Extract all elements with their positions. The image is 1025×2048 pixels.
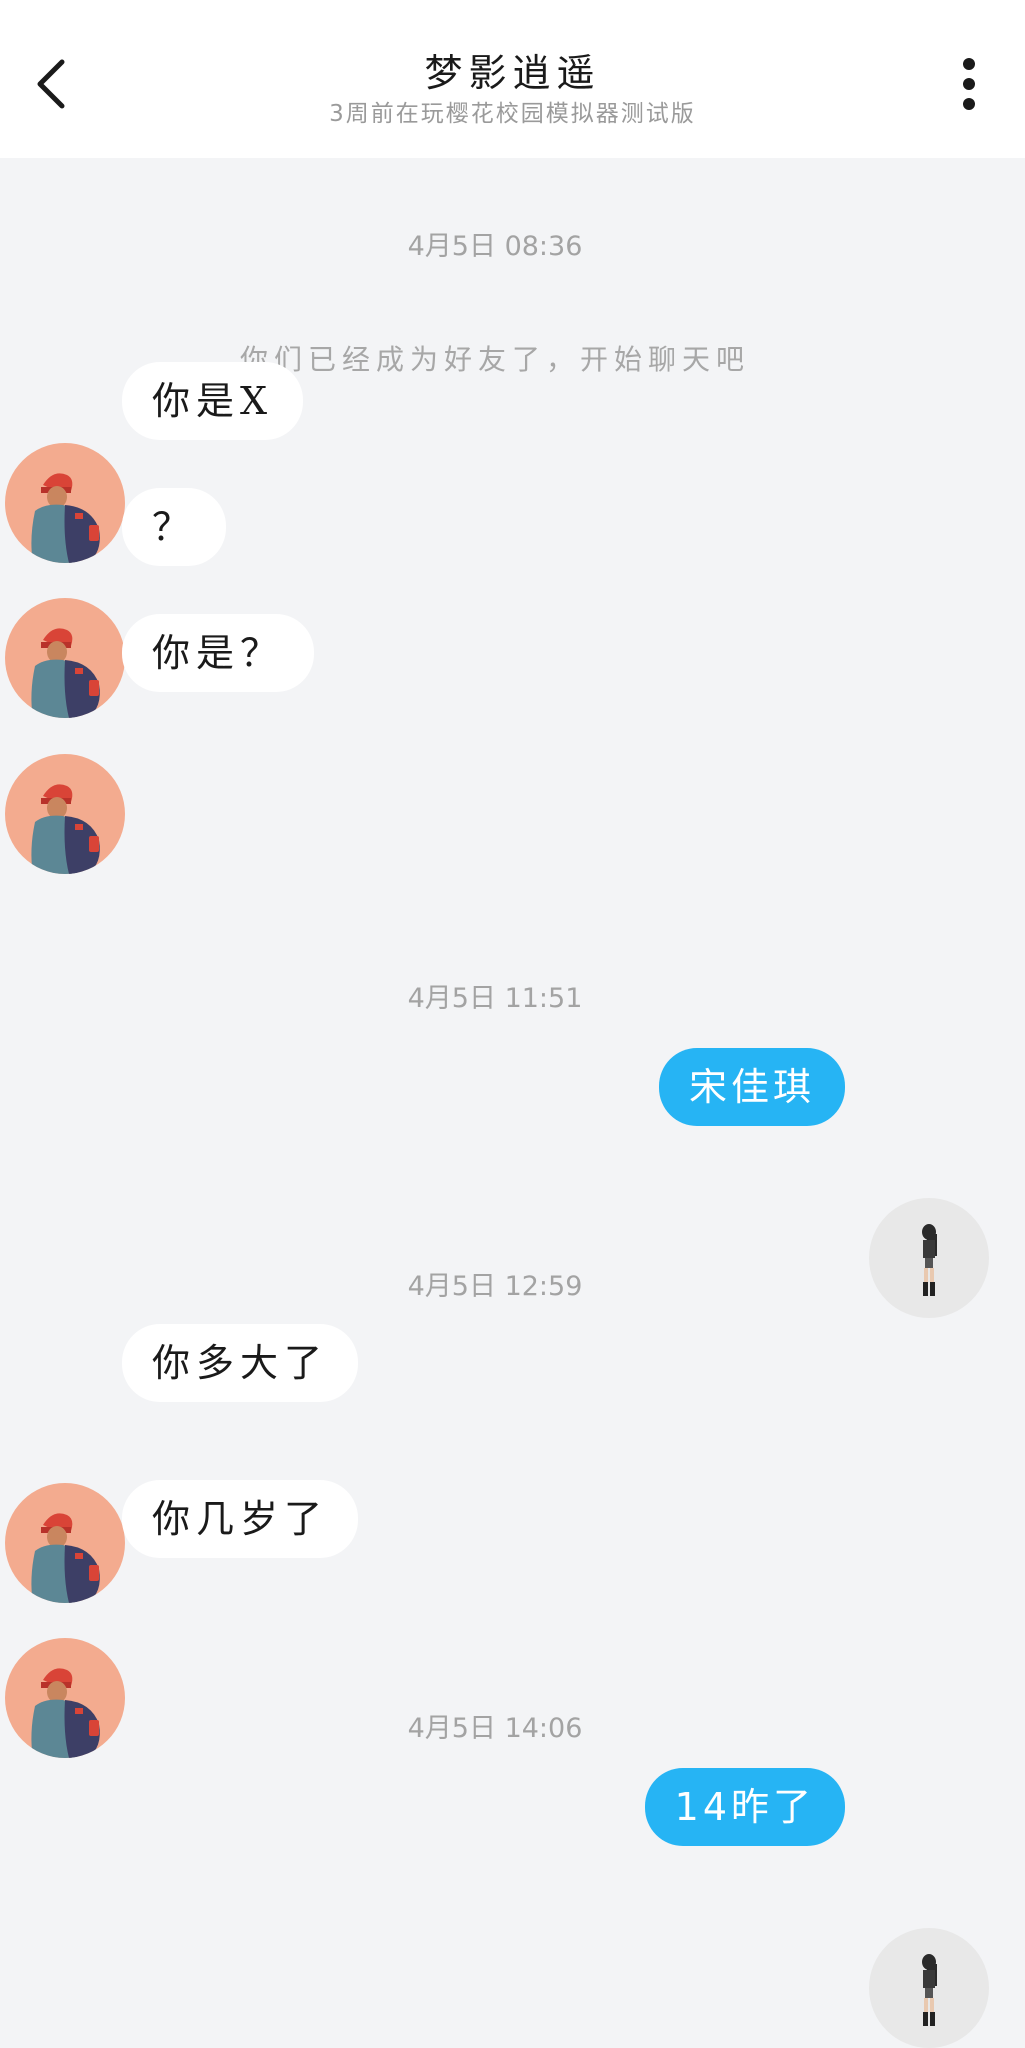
incoming-message-bubble[interactable]: 你几岁了	[122, 1480, 359, 1558]
timestamp: 4月5日 08:36	[407, 231, 583, 262]
peer-avatar[interactable]	[5, 1483, 125, 1603]
outgoing-message-bubble[interactable]: 宋佳琪	[658, 1048, 845, 1126]
more-options-button[interactable]	[941, 52, 997, 116]
peer-avatar[interactable]	[5, 443, 125, 563]
incoming-message-bubble[interactable]: ？	[122, 488, 227, 566]
timestamp: 4月5日 11:51	[407, 983, 583, 1014]
incoming-message-bubble[interactable]: 你多大了	[122, 1324, 359, 1402]
incoming-message-bubble[interactable]: 你是X	[122, 362, 304, 440]
contact-status: 3周前在玩樱花校园模拟器测试版	[329, 101, 696, 127]
incoming-message-bubble[interactable]: 你是？	[122, 614, 315, 692]
more-vertical-icon	[963, 58, 975, 110]
peer-avatar[interactable]	[5, 754, 125, 874]
message-list[interactable]: 4月5日 08:36 你们已经成为好友了，开始聊天吧 你是X ？ 你是？ 4月5…	[0, 158, 1025, 2048]
contact-name: 梦影逍遥	[424, 51, 601, 95]
outgoing-message-bubble[interactable]: 14昨了	[644, 1768, 845, 1846]
self-avatar[interactable]	[869, 1928, 989, 2048]
timestamp: 4月5日 12:59	[407, 1271, 583, 1302]
chat-header: 梦影逍遥 3周前在玩樱花校园模拟器测试版	[0, 0, 1025, 158]
timestamp: 4月5日 14:06	[407, 1713, 583, 1744]
peer-avatar[interactable]	[5, 598, 125, 718]
